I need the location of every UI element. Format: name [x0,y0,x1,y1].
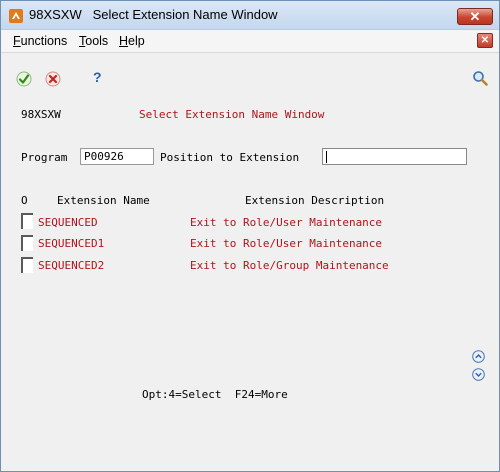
menu-functions-accel: F [13,34,21,48]
toolbar [1,53,499,95]
position-label: Position to Extension [160,151,300,164]
ok-check-icon[interactable] [16,71,32,87]
text-caret [326,151,327,163]
program-id: 98XSXW [21,108,61,121]
menu-help-rest: elp [128,34,145,48]
cancel-x-icon[interactable] [45,71,61,87]
row-extension-description: Exit to Role/User Maintenance [190,216,383,229]
app-window: 98XSXW Select Extension Name Window ✕ Fu… [0,0,500,472]
page-down-icon[interactable] [472,368,485,381]
menu-functions-rest: unctions [20,34,68,48]
function-key-legend: Opt:4=Select F24=More [142,388,288,401]
window-title: 98XSXW Select Extension Name Window [29,7,278,22]
menu-tools[interactable]: Tools [79,34,108,48]
row-option-field[interactable] [21,213,33,229]
position-to-extension-field[interactable] [322,148,467,165]
column-header-description: Extension Description [245,194,385,207]
menu-close-button[interactable]: ✕ [477,33,493,48]
menu-functions[interactable]: Functions [13,34,67,48]
window-close-button[interactable]: ✕ [457,8,493,25]
app-logo-icon [9,9,23,23]
screen-heading: Select Extension Name Window [139,108,325,121]
column-header-option: O [21,194,28,207]
row-extension-description: Exit to Role/Group Maintenance [190,259,389,272]
menu-help-accel: H [119,34,129,48]
page-up-icon[interactable] [472,350,485,363]
row-option-field[interactable] [21,257,33,273]
row-option-field[interactable] [21,235,33,251]
program-field[interactable]: P00926 [80,148,154,165]
menu-bar: Functions Tools Help ✕ [1,30,499,53]
help-question-icon[interactable]: ? [93,69,102,85]
menu-help[interactable]: Help [119,34,145,48]
window-title-text: Select Extension Name Window [92,7,278,22]
window-title-code: 98XSXW [29,7,82,22]
menu-tools-rest: ools [85,34,109,48]
title-bar: 98XSXW Select Extension Name Window ✕ [1,1,499,30]
search-magnifier-icon[interactable] [472,70,488,86]
column-header-name: Extension Name [57,194,150,207]
row-extension-description: Exit to Role/User Maintenance [190,237,383,250]
row-extension-name: SEQUENCED2 [38,259,105,272]
program-label: Program [21,151,68,164]
row-extension-name: SEQUENCED [38,216,98,229]
row-extension-name: SEQUENCED1 [38,237,105,250]
